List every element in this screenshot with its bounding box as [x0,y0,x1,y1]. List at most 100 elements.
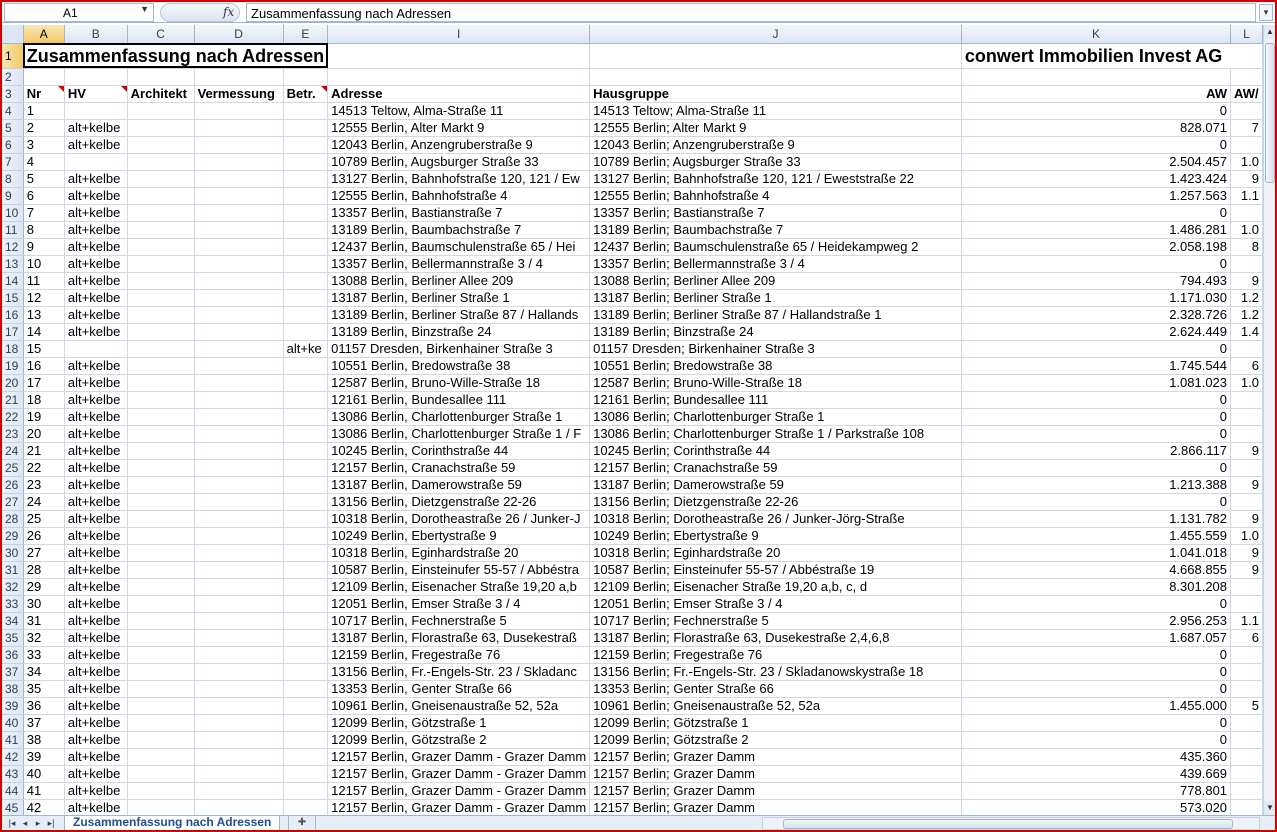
cell-hv[interactable]: alt+kelbe [64,544,128,562]
cell-aw2[interactable]: 1.1 [1230,187,1263,205]
cell-hausgruppe[interactable]: 12555 Berlin; Bahnhofstraße 4 [589,187,962,205]
insert-sheet-icon[interactable]: ✚ [288,816,316,831]
cell-adresse[interactable]: 12099 Berlin, Götzstraße 2 [327,731,591,749]
cell-betr[interactable] [283,136,329,154]
cell-architekt[interactable] [127,408,195,426]
cell-betr[interactable] [283,680,329,698]
cell-hv[interactable]: alt+kelbe [64,765,128,783]
cell-vermessung[interactable] [194,408,284,426]
cell-vermessung[interactable] [194,442,284,460]
cell-aw[interactable]: 0 [961,255,1232,273]
cell-nr[interactable]: 11 [23,272,65,290]
row-header[interactable]: 42 [2,748,24,766]
cell-vermessung[interactable] [194,510,284,528]
cell-hv[interactable]: alt+kelbe [64,187,128,205]
cell-aw[interactable]: 8.301.208 [961,578,1232,596]
cell-hv[interactable]: alt+kelbe [64,595,128,613]
cell-nr[interactable]: 33 [23,646,65,664]
cell-vermessung[interactable] [194,476,284,494]
cell-hausgruppe[interactable]: 13088 Berlin; Berliner Allee 209 [589,272,962,290]
worksheet-grid[interactable]: A B C D E I J K L 1 Zusammenfassung nach… [2,25,1263,815]
cell-hausgruppe[interactable]: 10249 Berlin; Ebertystraße 9 [589,527,962,545]
first-sheet-icon[interactable]: |◂ [6,817,18,830]
cell-betr[interactable] [283,476,329,494]
cell-hausgruppe[interactable]: 12157 Berlin; Grazer Damm [589,765,962,783]
cell-aw[interactable]: 1.213.388 [961,476,1232,494]
cell-aw2[interactable] [1230,748,1263,766]
cell-nr[interactable]: 26 [23,527,65,545]
cell-adresse[interactable]: 12099 Berlin, Götzstraße 1 [327,714,591,732]
row-header[interactable]: 45 [2,799,24,815]
cell-aw2[interactable] [1230,799,1263,815]
cell-nr[interactable]: 31 [23,612,65,630]
cell-architekt[interactable] [127,799,195,815]
cell-vermessung[interactable] [194,119,284,137]
cell-aw2[interactable]: 1.2 [1230,306,1263,324]
cell-hausgruppe[interactable]: 12555 Berlin; Alter Markt 9 [589,119,962,137]
row-header[interactable]: 10 [2,204,24,222]
row-header[interactable]: 31 [2,561,24,579]
cell-hausgruppe[interactable]: 12157 Berlin; Cranachstraße 59 [589,459,962,477]
cell-hv[interactable]: alt+kelbe [64,697,128,715]
cell-hv[interactable]: alt+kelbe [64,136,128,154]
cell-architekt[interactable] [127,595,195,613]
cell-aw2[interactable] [1230,459,1263,477]
column-header[interactable]: E [283,25,329,44]
cell-adresse[interactable]: 12051 Berlin, Emser Straße 3 / 4 [327,595,591,613]
cell-nr[interactable]: 19 [23,408,65,426]
cell-betr[interactable] [283,510,329,528]
cell-nr[interactable]: 21 [23,442,65,460]
cell-adresse[interactable]: 10245 Berlin, Corinthstraße 44 [327,442,591,460]
row-header[interactable]: 33 [2,595,24,613]
cell-adresse[interactable]: 13189 Berlin, Binzstraße 24 [327,323,591,341]
cell-nr[interactable]: 4 [23,153,65,171]
row-header[interactable]: 34 [2,612,24,630]
cell-nr[interactable]: 37 [23,714,65,732]
row-header[interactable]: 22 [2,408,24,426]
cell-architekt[interactable] [127,425,195,443]
column-header[interactable]: C [127,25,195,44]
row-header[interactable]: 19 [2,357,24,375]
cell-hausgruppe[interactable]: 13187 Berlin; Berliner Straße 1 [589,289,962,307]
row-header[interactable]: 20 [2,374,24,392]
cell-aw[interactable]: 435.360 [961,748,1232,766]
cell-aw[interactable]: 439.669 [961,765,1232,783]
row-header[interactable]: 14 [2,272,24,290]
row-header[interactable]: 18 [2,340,24,358]
cell-architekt[interactable] [127,578,195,596]
cell-hausgruppe[interactable]: 12157 Berlin; Grazer Damm [589,782,962,800]
cell-architekt[interactable] [127,221,195,239]
cell-hausgruppe[interactable]: 12109 Berlin; Eisenacher Straße 19,20 a,… [589,578,962,596]
cell-aw2[interactable] [1230,391,1263,409]
cell-architekt[interactable] [127,272,195,290]
cell-architekt[interactable] [127,782,195,800]
cell-hausgruppe[interactable]: 13353 Berlin; Genter Straße 66 [589,680,962,698]
cell-hv[interactable]: alt+kelbe [64,782,128,800]
cell-betr[interactable] [283,595,329,613]
cell-hausgruppe[interactable]: 13156 Berlin; Dietzgenstraße 22-26 [589,493,962,511]
cell-architekt[interactable] [127,289,195,307]
cell-hv[interactable]: alt+kelbe [64,272,128,290]
cell-betr[interactable] [283,187,329,205]
cell-aw2[interactable]: 9 [1230,561,1263,579]
cell-betr[interactable] [283,782,329,800]
cell-adresse[interactable]: 10961 Berlin, Gneisenaustraße 52, 52a [327,697,591,715]
row-header[interactable]: 25 [2,459,24,477]
cell-aw[interactable]: 0 [961,714,1232,732]
cell-hv[interactable]: alt+kelbe [64,612,128,630]
cell-nr[interactable]: 35 [23,680,65,698]
cell-nr[interactable]: 2 [23,119,65,137]
cell-architekt[interactable] [127,697,195,715]
row-header[interactable]: 28 [2,510,24,528]
cell-adresse[interactable]: 10789 Berlin, Augsburger Straße 33 [327,153,591,171]
cell-vermessung[interactable] [194,204,284,222]
cell-architekt[interactable] [127,340,195,358]
row-header[interactable]: 27 [2,493,24,511]
cell-aw2[interactable]: 6 [1230,357,1263,375]
cell-aw[interactable]: 1.081.023 [961,374,1232,392]
cell-nr[interactable]: 17 [23,374,65,392]
cell-aw2[interactable] [1230,595,1263,613]
cell-vermessung[interactable] [194,170,284,188]
cell-hausgruppe[interactable]: 13357 Berlin; Bellermannstraße 3 / 4 [589,255,962,273]
scroll-up-icon[interactable]: ▲ [1264,25,1276,39]
